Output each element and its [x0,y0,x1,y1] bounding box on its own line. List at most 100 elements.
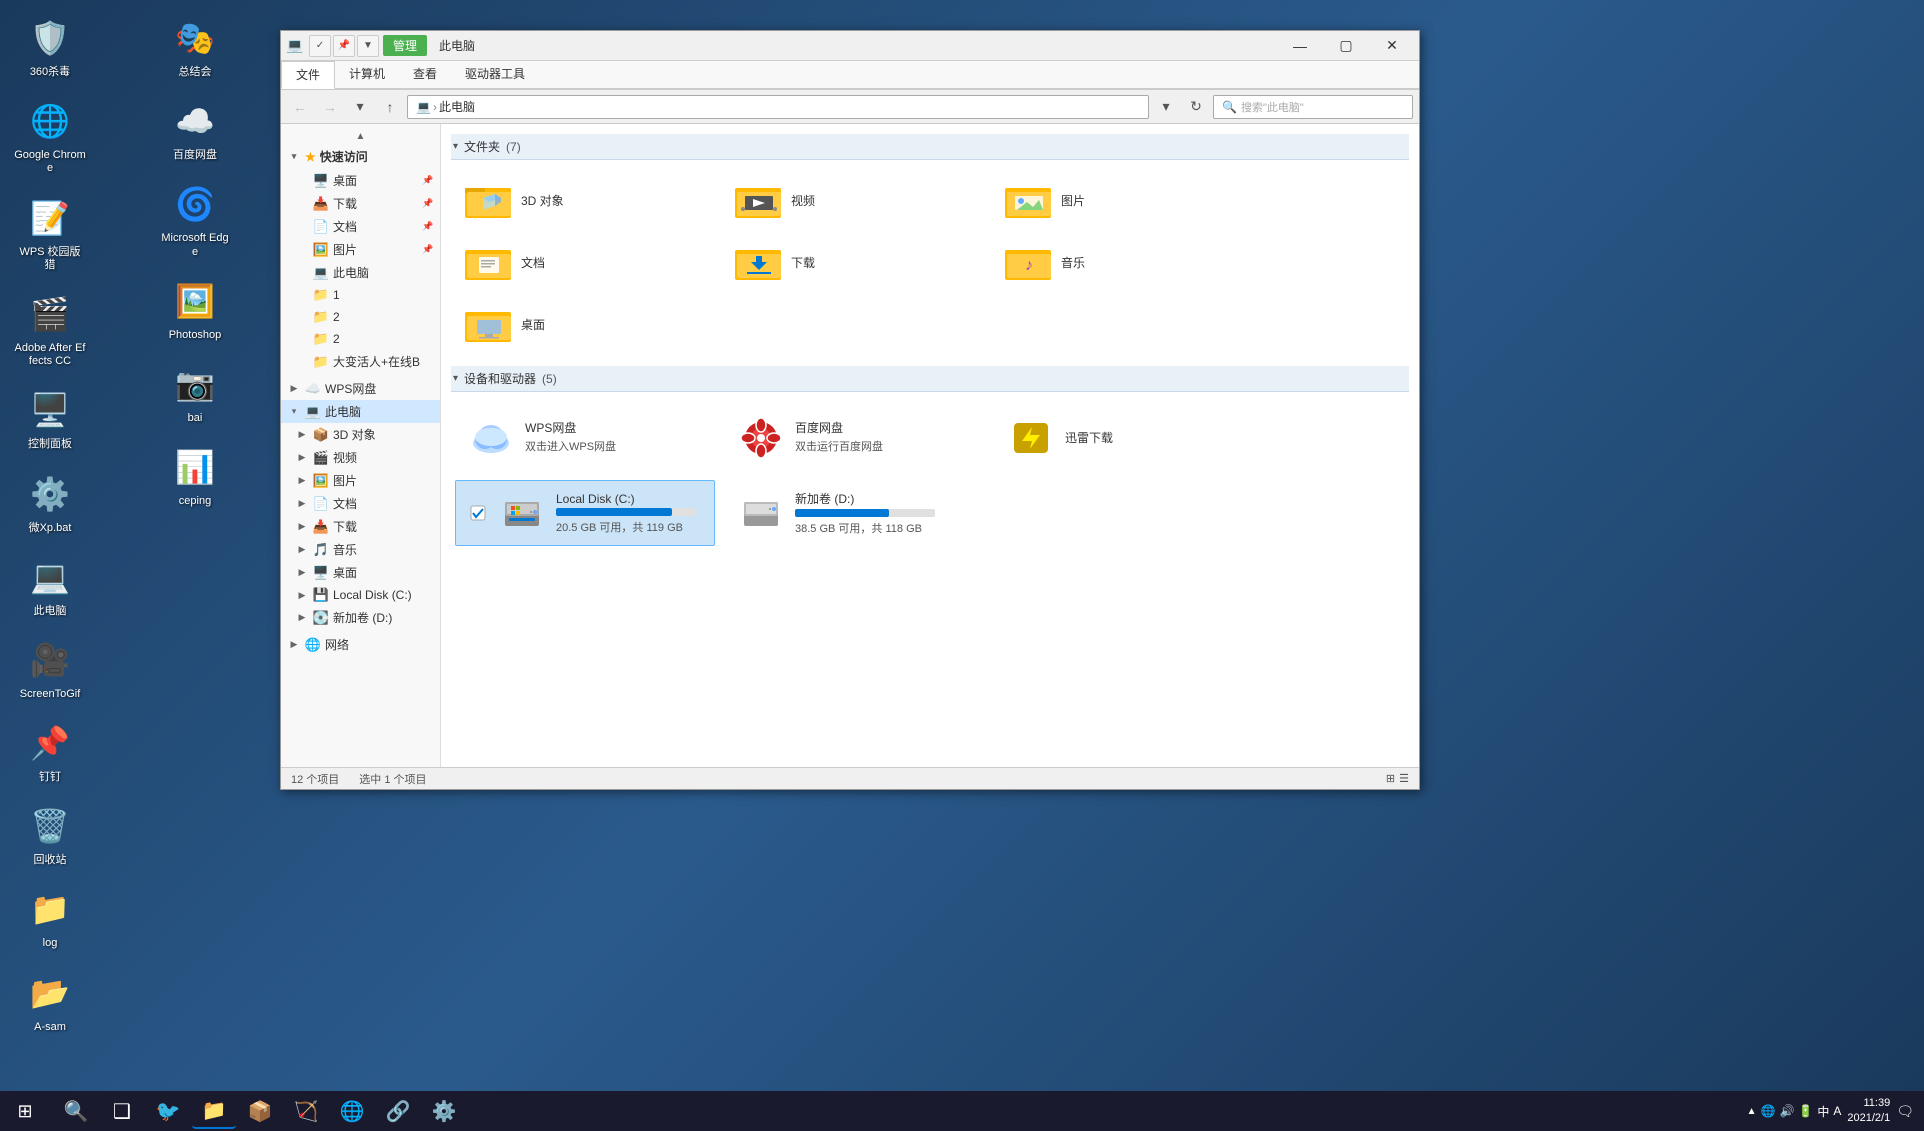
desktop-icon-log[interactable]: 📁 log [10,881,90,954]
minimize-button[interactable]: — [1277,31,1323,61]
taskbar-arrow[interactable]: 🏹 [284,1093,328,1129]
folder-item-video[interactable]: 视频 [725,174,985,226]
desktop-icon-zonghui[interactable]: 🎭 总结会 [155,10,235,83]
desktop-icon-cpanel[interactable]: 🖥️ 控制面板 [10,382,90,455]
nav-back-button[interactable]: ← [287,94,313,120]
list-view-icon[interactable]: ⊞ [1386,772,1395,785]
desktop-icon-asam[interactable]: 📂 A-sam [10,965,90,1038]
desktop-icon-wps[interactable]: 📝 WPS 校园版 猎 [10,190,90,276]
notification-icon[interactable]: 🗨 [1896,1103,1914,1120]
tool-btn-1[interactable]: ✓ [309,35,331,57]
sidebar-thispc[interactable]: ▾ 💻 此电脑 [281,400,440,423]
folder-item-desktop[interactable]: 桌面 [455,298,715,350]
desktop-icon-micropat[interactable]: ⚙️ 微Xp.bat [10,466,90,539]
sidebar-item-thispc-quick[interactable]: 💻 此电脑 [289,261,440,284]
drive-item-new-d[interactable]: 新加卷 (D:) 38.5 GB 可用，共 118 GB [725,480,985,546]
sidebar-video[interactable]: ▶ 🎬 视频 [289,446,440,469]
sidebar-docs[interactable]: ▶ 📄 文档 [289,492,440,515]
sidebar-item-downloads-quick[interactable]: 📥 下载 📌 [289,192,440,215]
taskbar-chrome[interactable]: 🌐 [330,1093,374,1129]
taskbar-store[interactable]: 📦 [238,1093,282,1129]
title-bar-caption: 此电脑 [439,37,475,54]
close-button[interactable]: ✕ [1369,31,1415,61]
desktop-icon-bai[interactable]: 📷 bai [155,356,235,429]
nav-recent-button[interactable]: ▾ [347,94,373,120]
sidebar-item-folder2[interactable]: 📁 2 [289,306,440,328]
sidebar-local-c[interactable]: ▶ 💾 Local Disk (C:) [289,584,440,606]
manage-tab[interactable]: 管理 [383,35,427,56]
tray-volume-icon[interactable]: 🔊 [1779,1104,1794,1118]
folder-item-document[interactable]: 文档 [455,236,715,288]
tool-btn-2[interactable]: 📌 [333,35,355,57]
start-button[interactable]: ⊞ [0,1091,50,1131]
sidebar-desktop[interactable]: ▶ 🖥️ 桌面 [289,561,440,584]
folder-item-3d[interactable]: 3D 对象 [455,174,715,226]
sidebar-item-folder1[interactable]: 📁 1 [289,284,440,306]
sidebar-scroll-up[interactable]: ▲ [281,128,440,144]
folder-item-music[interactable]: ♪ 音乐 [995,236,1255,288]
desktop-icon-photoshop[interactable]: 🖼️ Photoshop [155,273,235,346]
sidebar-item-desktop-quick[interactable]: 🖥️ 桌面 📌 [289,169,440,192]
taskbar-feishu[interactable]: 🐦 [146,1093,190,1129]
sidebar-new-d[interactable]: ▶ 💽 新加卷 (D:) [289,606,440,629]
tool-btn-3[interactable]: ▼ [357,35,379,57]
tray-expand-icon[interactable]: ▲ [1747,1106,1757,1117]
drive-item-baidu[interactable]: 百度网盘 双击运行百度网盘 [725,406,985,470]
nav-forward-button[interactable]: → [317,94,343,120]
drive-item-thunder[interactable]: 迅雷下载 [995,406,1255,470]
desktop-icon-screentogif[interactable]: 🎥 ScreenToGif [10,632,90,705]
refresh-button[interactable]: ↻ [1183,94,1209,120]
ribbon-tab-file[interactable]: 文件 [281,61,335,89]
taskbar-search[interactable]: 🔍 [54,1093,98,1129]
desktop-icon-360杀毒[interactable]: 🛡️ 360杀毒 [10,10,90,83]
ribbon-tab-driver-tools[interactable]: 驱动器工具 [451,61,539,88]
search-box[interactable]: 🔍 搜索"此电脑" [1213,95,1413,119]
sidebar-music[interactable]: ▶ 🎵 音乐 [289,538,440,561]
sidebar-item-pics-quick[interactable]: 🖼️ 图片 📌 [289,238,440,261]
sidebar-quick-access-header[interactable]: ▾ ★ 快速访问 [281,144,440,169]
desktop-icon-baidupan[interactable]: ☁️ 百度网盘 [155,93,235,166]
maximize-button[interactable]: ▢ [1323,31,1369,61]
desktop-icon-chrome[interactable]: 🌐 Google Chrome [10,93,90,179]
folder-item-picture[interactable]: 图片 [995,174,1255,226]
tray-network-icon[interactable]: 🌐 [1761,1104,1776,1118]
taskbar-settings[interactable]: ⚙️ [422,1093,466,1129]
explorer-window-icon: 💻 [285,36,305,56]
desktop-icon-nail[interactable]: 📌 钉钉 [10,715,90,788]
folder-desktop-icon [465,304,513,344]
sidebar-pics[interactable]: ▶ 🖼️ 图片 [289,469,440,492]
taskbar-tray: ▲ 🌐 🔊 🔋 中 A [1747,1103,1842,1120]
tray-ime[interactable]: 中 [1817,1103,1829,1120]
ribbon-tab-view[interactable]: 查看 [399,61,451,88]
sidebar-wps-cloud[interactable]: ▶ ☁️ WPS网盘 [281,377,440,400]
taskbar-clock[interactable]: 11:39 2021/2/1 [1847,1096,1890,1127]
folders-section-header[interactable]: ▾ 文件夹 (7) [451,134,1409,160]
file-content: ▾ 文件夹 (7) [441,124,1419,767]
sidebar-downloads[interactable]: ▶ 📥 下载 [289,515,440,538]
desktop-icon-ceping[interactable]: 📊 ceping [155,439,235,512]
desktop-icon-recycle[interactable]: 🗑️ 回收站 [10,798,90,871]
desktop-icon-ae[interactable]: 🎬 Adobe After Effects CC [10,286,90,372]
taskbar-task-view[interactable]: ❑ [100,1093,144,1129]
detail-view-icon[interactable]: ☰ [1399,772,1409,785]
nav-up-button[interactable]: ↑ [377,94,403,120]
tray-ime2[interactable]: A [1833,1104,1841,1118]
sidebar-item-dabian[interactable]: 📁 大变活人+在线B [289,350,440,373]
baidu-drive-icon [737,414,785,462]
desktop-icon-edge[interactable]: 🌀 Microsoft Edge [155,176,235,262]
tray-battery-icon[interactable]: 🔋 [1798,1104,1813,1118]
sidebar-3dobj[interactable]: ▶ 📦 3D 对象 [289,423,440,446]
ribbon-tab-computer[interactable]: 计算机 [335,61,399,88]
drive-item-local-c[interactable]: Local Disk (C:) 20.5 GB 可用，共 119 GB [455,480,715,546]
sidebar-item-folder2b[interactable]: 📁 2 [289,328,440,350]
desktop-icon-thispc[interactable]: 💻 此电脑 [10,549,90,622]
sidebar-item-docs-quick[interactable]: 📄 文档 📌 [289,215,440,238]
address-path[interactable]: 💻 › 此电脑 [407,95,1149,119]
folder-item-download[interactable]: 下载 [725,236,985,288]
drives-section-header[interactable]: ▾ 设备和驱动器 (5) [451,366,1409,392]
taskbar-explorer[interactable]: 📁 [192,1093,236,1129]
sidebar-network[interactable]: ▶ 🌐 网络 [281,633,440,656]
dropdown-button[interactable]: ▾ [1153,94,1179,120]
drive-item-wps-cloud[interactable]: WPS网盘 双击进入WPS网盘 [455,406,715,470]
taskbar-net[interactable]: 🔗 [376,1093,420,1129]
